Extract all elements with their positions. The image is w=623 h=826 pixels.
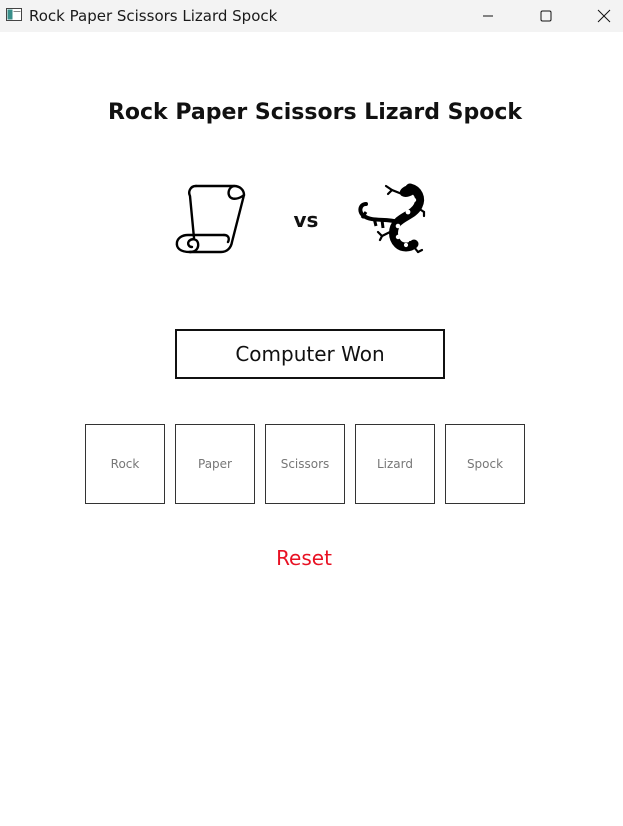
- paper-button[interactable]: Paper: [175, 424, 255, 504]
- scissors-button[interactable]: Scissors: [265, 424, 345, 504]
- window-title: Rock Paper Scissors Lizard Spock: [29, 7, 278, 25]
- result-display: Computer Won: [175, 329, 445, 379]
- maximize-icon: [540, 10, 552, 22]
- game-title: Rock Paper Scissors Lizard Spock: [107, 100, 523, 125]
- close-icon: [597, 9, 611, 23]
- maximize-button[interactable]: [523, 0, 569, 32]
- lizard-icon: [358, 183, 426, 254]
- app-window: Rock Paper Scissors Lizard Spock Rock Pa…: [0, 0, 623, 826]
- paper-scroll-icon: [175, 184, 246, 254]
- rock-button[interactable]: Rock: [85, 424, 165, 504]
- close-button[interactable]: [581, 0, 623, 32]
- lizard-button[interactable]: Lizard: [355, 424, 435, 504]
- spock-button[interactable]: Spock: [445, 424, 525, 504]
- minimize-button[interactable]: [465, 0, 511, 32]
- app-window-icon: [6, 8, 22, 21]
- title-bar[interactable]: Rock Paper Scissors Lizard Spock: [0, 0, 623, 32]
- reset-button[interactable]: Reset: [254, 546, 354, 570]
- vs-label: vs: [293, 208, 319, 232]
- minimize-icon: [483, 15, 493, 17]
